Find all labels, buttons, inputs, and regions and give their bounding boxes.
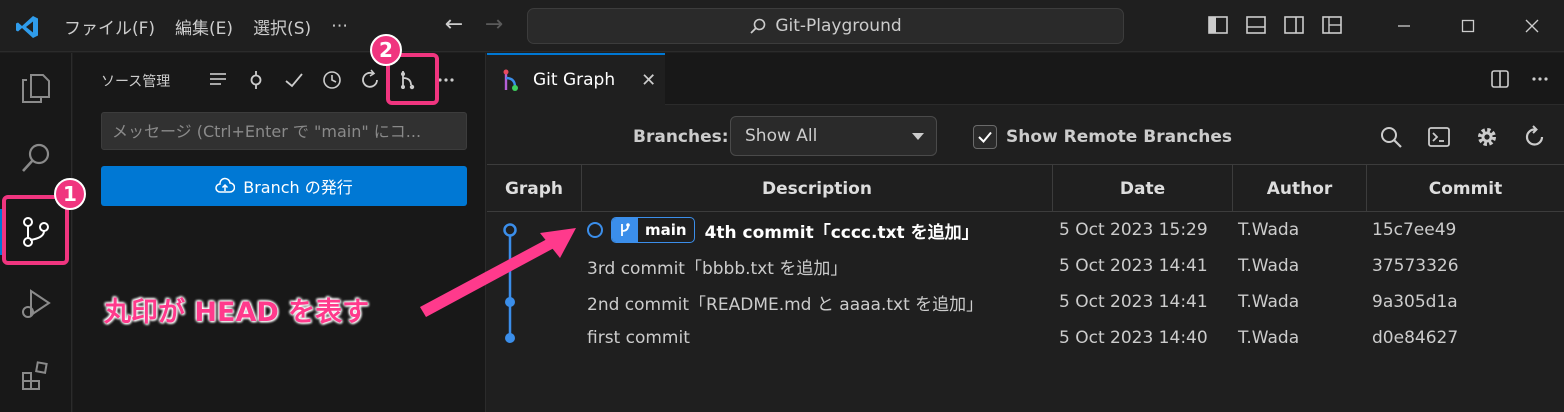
- annotation-arrow: [420, 228, 576, 317]
- vscode-window: ファイル(F) 編集(E) 選択(S) ⋯ ← → Git-Playground: [0, 0, 1564, 412]
- annotation-callout: 丸印が HEAD を表す: [104, 297, 370, 328]
